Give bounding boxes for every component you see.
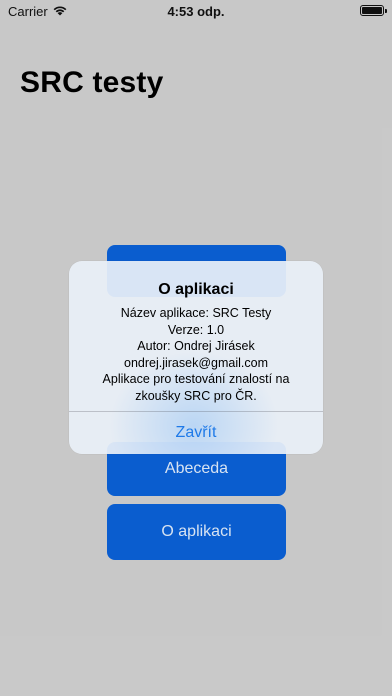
alert-title: O aplikaci — [158, 281, 234, 298]
alert-line-author: Autor: Ondrej Jirásek — [137, 339, 255, 353]
about-alert: O aplikaci Název aplikace: SRC Testy Ver… — [69, 261, 323, 454]
close-button[interactable]: Zavřít — [69, 412, 323, 454]
alert-line-description-1: Aplikace pro testování znalostí na — [102, 372, 290, 386]
alert-line-version: Verze: 1.0 — [167, 322, 225, 337]
alert-line-app-name: Název aplikace: SRC Testy — [120, 306, 272, 320]
alert-line-email: ondrej.jirasek@gmail.com — [124, 355, 268, 370]
alert-message: Název aplikace: SRC Testy Verze: 1.0 Aut… — [69, 305, 323, 404]
alert-line-description-2: zkoušky SRC pro ČR. — [135, 388, 257, 403]
